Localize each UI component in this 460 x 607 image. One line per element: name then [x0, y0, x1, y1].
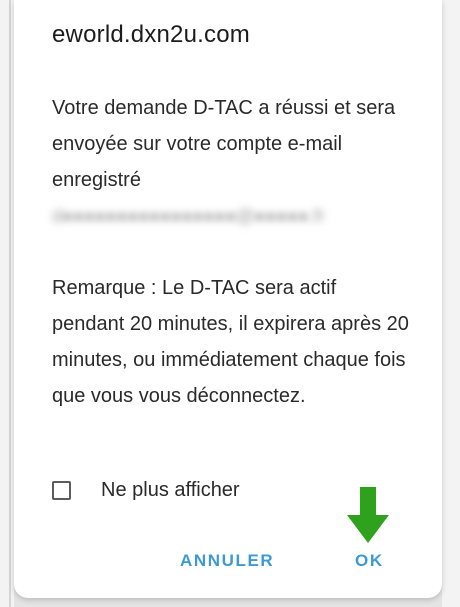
arrow-down-icon: [347, 487, 389, 543]
ok-button[interactable]: OK: [355, 551, 384, 571]
do-not-show-again-checkbox[interactable]: [52, 480, 71, 500]
message-main-text: Votre demande D-TAC a réussi et sera env…: [52, 97, 396, 191]
dialog-title: eworld.dxn2u.com: [52, 21, 250, 48]
background-divider: [9, 0, 11, 607]
arrow-down-shape: [347, 487, 389, 543]
background-left-edge: [0, 0, 14, 607]
background-right-edge: [442, 0, 460, 607]
alert-dialog: eworld.dxn2u.com Votre demande D-TAC a r…: [14, 0, 442, 598]
blurred-email-address: d●●●●●●●●●●●●●●●●@●●●●●.fr: [52, 206, 325, 226]
dialog-message: Votre demande D-TAC a réussi et sera env…: [52, 90, 412, 414]
message-remark-text: Remarque : Le D-TAC sera actif pendant 2…: [52, 277, 409, 407]
cancel-button[interactable]: ANNULER: [180, 551, 274, 571]
do-not-show-again-label[interactable]: Ne plus afficher: [101, 479, 240, 502]
do-not-show-again-row[interactable]: Ne plus afficher: [52, 474, 240, 506]
